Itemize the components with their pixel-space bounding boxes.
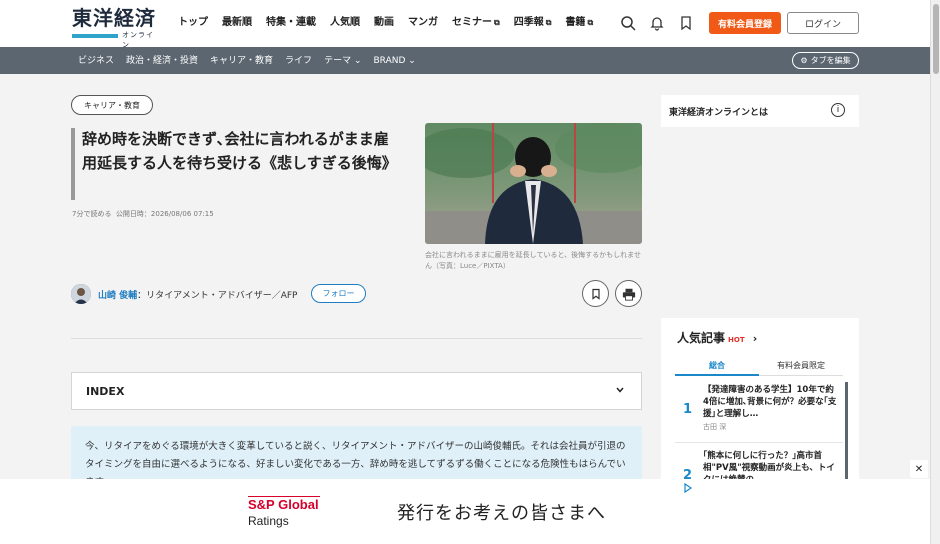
site-logo[interactable]: 東洋経済 オンライン [72,6,156,49]
search-icon[interactable] [620,15,636,31]
category-politics[interactable]: 政治・経済・投資 [126,55,198,67]
ad-brand-line1: S&P Global [248,497,319,512]
tab-paid-only[interactable]: 有料会員限定 [759,356,843,376]
chevron-down-icon: ⌄ [353,56,362,66]
category-theme[interactable]: テーマ ⌄ [324,55,361,67]
info-icon: i [831,103,845,117]
category-nav: ビジネス 政治・経済・投資 キャリア・教育 ライフ テーマ ⌄ BRAND ⌄ … [0,47,930,74]
hot-badge: HOT [728,336,745,344]
category-list: ビジネス 政治・経済・投資 キャリア・教育 ライフ テーマ ⌄ BRAND ⌄ [78,55,428,67]
nav-seminar[interactable]: セミナー ⧉ [452,16,500,30]
list-scrollbar[interactable] [845,382,848,488]
rank-number: 1 [683,402,693,417]
popular-title: 人気記事 [677,331,726,345]
bookmark-icon [591,288,600,300]
nav-seminar-label: セミナー [452,17,492,28]
page-scrollbar[interactable] [930,0,940,544]
ad-brand-line2: Ratings [248,514,289,528]
nav-popular[interactable]: 人気順 [330,16,360,30]
save-article-button[interactable] [582,280,609,307]
popular-title-link[interactable]: 人気記事 HOT › [677,329,757,346]
chevron-down-icon [616,387,624,393]
image-caption: 会社に言われるままに雇用を延長していると、後悔するかもしれません（写真：Luce… [425,251,641,270]
external-link-icon: ⧉ [545,18,552,27]
external-link-icon: ⧉ [587,18,594,27]
chevron-right-icon: › [752,332,758,345]
author-name[interactable]: 山崎 俊輔 [98,291,137,301]
nav-video[interactable]: 動画 [374,16,394,30]
about-label: 東洋経済オンラインとは [669,108,769,118]
bookmark-icon[interactable] [678,15,694,31]
about-box[interactable]: 東洋経済オンラインとは i [661,95,859,127]
category-career[interactable]: キャリア・教育 [210,55,273,67]
category-life[interactable]: ライフ [285,55,312,67]
scrollbar-thumb[interactable] [933,4,939,74]
rank-title: 【発達障害のある学生】10年で約4倍に増加､背景に何が？必要な｢支援｣と理解し… [703,385,837,419]
index-toggle[interactable]: INDEX [71,372,642,410]
main-nav: トップ 最新順 特集・連載 人気順 動画 マンガ セミナー ⧉ 四季報 ⧉ 書籍 ⧉ [178,16,607,30]
category-tag[interactable]: キャリア・教育 [71,95,153,115]
nav-manga[interactable]: マンガ [408,16,438,30]
adchoices-icon[interactable] [683,483,693,493]
logo-text: 東洋経済 [72,6,156,30]
popular-articles: 人気記事 HOT › 総合 有料会員限定 1 【発達障害のある学生】10年で約4倍… [661,318,859,488]
nav-books[interactable]: 書籍 ⧉ [565,16,593,30]
logo-underline [72,34,118,38]
category-brand[interactable]: BRAND ⌄ [374,55,416,67]
tab-edit-button[interactable]: ⚙ タブを編集 [792,52,859,69]
section-divider [71,338,642,339]
tab-edit-label: タブを編集 [810,56,851,65]
hero-image [425,123,642,244]
read-time: 7分で読める [72,210,112,218]
index-label: INDEX [86,385,125,398]
list-item[interactable]: 1 【発達障害のある学生】10年で約4倍に増加､背景に何が？必要な｢支援｣と理解… [675,382,843,434]
print-button[interactable] [615,280,642,307]
ad-headline: 発行をお考えの皆さまへ [397,503,606,524]
avatar[interactable] [71,284,91,304]
close-icon[interactable]: ✕ [910,460,928,478]
tab-overall[interactable]: 総合 [675,356,759,376]
register-button[interactable]: 有料会員登録 [709,12,781,34]
printer-icon [622,288,635,301]
category-theme-label: テーマ [324,56,352,66]
external-link-icon: ⧉ [494,18,500,27]
gear-icon: ⚙ [800,56,808,65]
login-button[interactable]: ログイン [787,12,859,34]
nav-top[interactable]: トップ [178,16,208,30]
popular-tabs: 総合 有料会員限定 [675,356,843,376]
category-brand-label: BRAND [373,56,406,66]
author-line: 山崎 俊輔：リタイアメント・アドバイザー／AFP [98,288,297,301]
nav-shikiho-label: 四季報 [513,17,544,28]
article-meta: 7分で読める 公開日時：2026/08/06 07:15 [72,209,214,219]
author-role: ：リタイアメント・アドバイザー／AFP [137,291,298,301]
article-title: 辞め時を決断できず､会社に言われるがまま雇用延長する人を待ち受ける《悲しすぎる後… [82,130,397,172]
follow-button[interactable]: フォロー [311,284,366,303]
publish-date: 公開日時：2026/08/06 07:15 [115,210,214,218]
bottom-ad-banner[interactable]: S&P Global Ratings 発行をお考えの皆さまへ [0,479,930,544]
site-header: 東洋経済 オンライン トップ 最新順 特集・連載 人気順 動画 マンガ セミナー… [0,0,930,49]
title-accent-bar [71,128,75,200]
nav-latest[interactable]: 最新順 [222,16,252,30]
category-business[interactable]: ビジネス [78,55,114,67]
article-lead: 今、リタイアをめぐる環境が大きく変革していると説く、リタイアメント・アドバイザー… [71,426,642,486]
bell-icon[interactable] [649,15,665,31]
nav-features[interactable]: 特集・連載 [266,16,316,30]
nav-shikiho[interactable]: 四季報 ⧉ [514,16,552,30]
avatar-image [71,284,91,304]
rank-author: 古田 深 [703,423,727,431]
list-divider [675,442,843,443]
chevron-down-icon: ⌄ [408,56,416,66]
nav-books-label: 書籍 [565,17,586,28]
hero-photo [425,123,642,244]
